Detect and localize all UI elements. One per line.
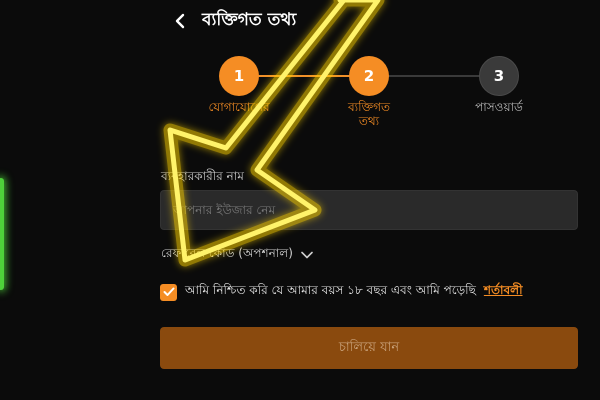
consent-text: আমি নিশ্চিত করি যে আমার বয়স ১৮ বছর এবং … <box>185 283 476 297</box>
step-2-label-line1: ব্যক্তিগত <box>347 100 391 114</box>
chevron-down-icon <box>301 251 313 259</box>
continue-button[interactable]: চালিয়ে যান <box>160 327 578 369</box>
step-2-circle: 2 <box>349 56 389 96</box>
step-2-label-line2: তথ্য <box>358 114 380 128</box>
step-3-label: পাসওয়ার্ড <box>475 100 523 114</box>
referral-code-toggle[interactable]: রেফারেল কোড (অপশনাল) <box>161 245 313 265</box>
terms-link[interactable]: শর্তাবলী <box>484 282 523 302</box>
page-title: ব্যক্তিগত তথ্য <box>202 10 297 30</box>
step-2-label: ব্যক্তিগত তথ্য <box>309 100 429 128</box>
step-3-circle: 3 <box>479 56 519 96</box>
side-glow-strip <box>0 178 4 290</box>
step-1-label: যোগাযোগের <box>208 100 270 114</box>
step-connector-1-2 <box>258 75 350 77</box>
checkmark-icon <box>163 287 174 296</box>
username-label: ব্যবহারকারীর নাম <box>161 169 244 183</box>
referral-label: রেফারেল কোড (অপশনাল) <box>161 246 293 260</box>
age-consent-checkbox[interactable] <box>160 283 177 301</box>
registration-screen: ব্যক্তিগত তথ্য 1 2 3 যোগাযোগের ব্যক্তিগত… <box>0 0 600 400</box>
age-consent-row: আমি নিশ্চিত করি যে আমার বয়স ১৮ বছর এবং … <box>160 282 523 302</box>
step-1-circle: 1 <box>219 56 259 96</box>
username-input[interactable] <box>160 190 578 230</box>
chevron-left-icon <box>175 13 185 29</box>
back-button[interactable] <box>172 11 188 31</box>
header: ব্যক্তিগত তথ্য <box>172 6 296 36</box>
step-connector-2-3 <box>388 75 480 77</box>
